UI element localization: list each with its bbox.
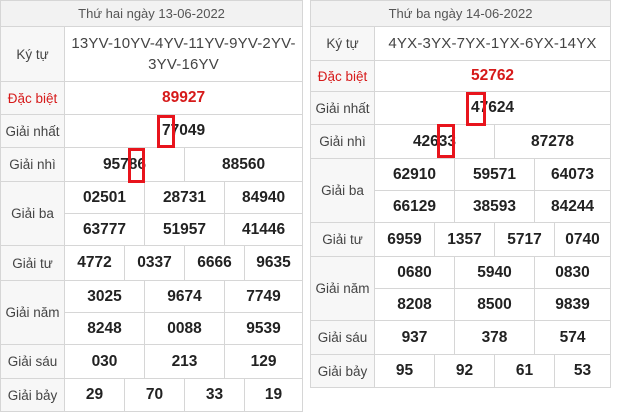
right-seventh-value-1: 95 (374, 354, 435, 388)
right-results-table: Thứ ba ngày 14-06-2022 Ký tự 4YX-3YX-7YX… (309, 0, 612, 388)
left-second-value-1: 95786 (64, 147, 185, 182)
left-first-label: Giải nhất (0, 114, 65, 148)
left-fourth-value-1: 4772 (64, 245, 125, 281)
left-third-value-4: 63777 (64, 213, 145, 246)
right-fourth-value-4: 0740 (553, 222, 612, 257)
right-date-header: Thứ ba ngày 14-06-2022 (309, 0, 612, 27)
right-fourth-value-2: 1357 (434, 222, 495, 257)
left-fifth-value-1: 3025 (64, 280, 145, 313)
left-special-label: Đặc biệt (0, 81, 65, 115)
left-seventh-value-4: 19 (243, 378, 304, 412)
right-fifth-value-6: 9839 (533, 288, 612, 321)
right-seventh-value-4: 53 (553, 354, 612, 388)
left-seventh-value-2: 70 (124, 378, 185, 412)
left-code-label: Ký tự (0, 26, 65, 82)
left-fourth-label: Giải tư (0, 245, 65, 281)
left-fifth-value-5: 0088 (144, 312, 225, 345)
right-seventh-label: Giải bảy (310, 354, 375, 388)
left-fifth-value-6: 9539 (223, 312, 304, 345)
left-first-value: 77049 (63, 114, 304, 148)
left-third-value-5: 51957 (144, 213, 225, 246)
left-third-value-2: 28731 (144, 181, 225, 214)
right-third-value-4: 66129 (374, 190, 455, 223)
right-code-value: 4YX-3YX-7YX-1YX-6YX-14YX (373, 26, 612, 61)
left-seventh-value-1: 29 (64, 378, 125, 412)
left-third-label: Giải ba (0, 181, 65, 246)
left-second-value-2: 88560 (183, 147, 304, 182)
left-fourth-value-2: 0337 (124, 245, 185, 281)
right-seventh-value-2: 92 (434, 354, 495, 388)
left-fourth-value-3: 6666 (184, 245, 245, 281)
left-seventh-label: Giải bảy (0, 378, 65, 412)
right-fifth-label: Giải năm (310, 256, 375, 321)
left-fourth-value-4: 9635 (243, 245, 304, 281)
left-sixth-value-3: 129 (223, 344, 304, 379)
right-special-value: 52762 (373, 60, 612, 92)
right-special-label: Đặc biệt (310, 60, 375, 92)
left-third-value-3: 84940 (223, 181, 304, 214)
right-fifth-value-5: 8500 (454, 288, 535, 321)
right-third-value-1: 62910 (374, 158, 455, 191)
left-sixth-label: Giải sáu (0, 344, 65, 379)
right-third-label: Giải ba (310, 158, 375, 223)
right-fifth-value-3: 0830 (533, 256, 612, 289)
right-fifth-value-1: 0680 (374, 256, 455, 289)
right-sixth-value-3: 574 (533, 320, 612, 355)
right-code-label: Ký tự (310, 26, 375, 61)
left-second-label: Giải nhì (0, 147, 65, 182)
left-fifth-value-4: 8248 (64, 312, 145, 345)
right-sixth-value-2: 378 (454, 320, 535, 355)
right-sixth-value-1: 937 (374, 320, 455, 355)
left-special-value: 89927 (63, 81, 304, 115)
left-fifth-value-2: 9674 (144, 280, 225, 313)
right-fourth-value-3: 5717 (494, 222, 555, 257)
right-second-value-1: 42633 (374, 124, 495, 159)
right-sixth-label: Giải sáu (310, 320, 375, 355)
right-third-value-2: 59571 (454, 158, 535, 191)
right-second-value-2: 87278 (493, 124, 612, 159)
right-third-value-5: 38593 (454, 190, 535, 223)
right-fifth-value-2: 5940 (454, 256, 535, 289)
left-fifth-value-3: 7749 (223, 280, 304, 313)
left-code-value: 13YV-10YV-4YV-11YV-9YV-2YV-3YV-16YV (63, 26, 304, 82)
left-sixth-value-1: 030 (64, 344, 145, 379)
right-seventh-value-3: 61 (494, 354, 555, 388)
right-third-value-3: 64073 (533, 158, 612, 191)
right-third-value-6: 84244 (533, 190, 612, 223)
left-fifth-label: Giải năm (0, 280, 65, 345)
left-third-value-1: 02501 (64, 181, 145, 214)
right-fifth-value-4: 8208 (374, 288, 455, 321)
right-fourth-value-1: 6959 (374, 222, 435, 257)
right-first-label: Giải nhất (310, 91, 375, 125)
right-fourth-label: Giải tư (310, 222, 375, 257)
left-date-header: Thứ hai ngày 13-06-2022 (0, 0, 304, 27)
left-sixth-value-2: 213 (144, 344, 225, 379)
left-results-table: Thứ hai ngày 13-06-2022 Ký tự 13YV-10YV-… (0, 0, 304, 412)
right-first-value: 47624 (373, 91, 612, 125)
right-second-label: Giải nhì (310, 124, 375, 159)
left-seventh-value-3: 33 (184, 378, 245, 412)
left-third-value-6: 41446 (223, 213, 304, 246)
